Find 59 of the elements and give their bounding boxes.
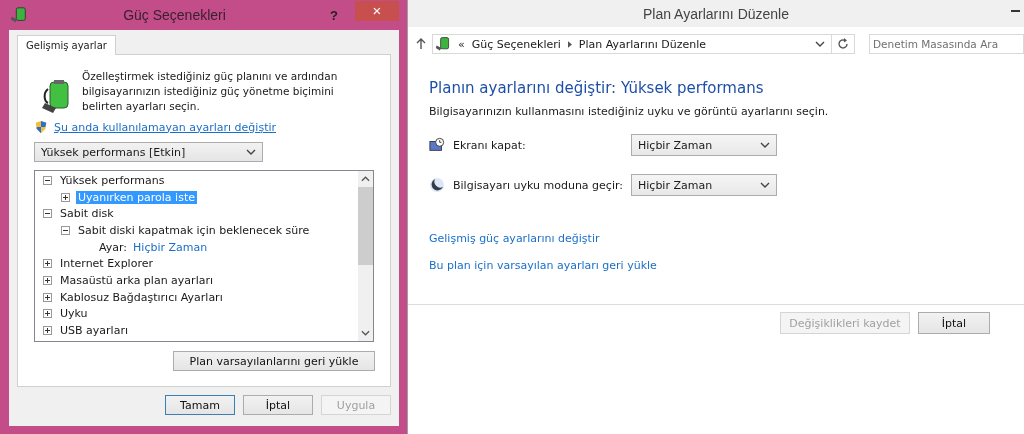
expander-icon[interactable]	[43, 175, 52, 185]
moon-icon	[429, 177, 445, 193]
settings-link[interactable]: Gelişmiş güç ayarlarını değiştir	[429, 232, 600, 245]
expander-icon[interactable]	[61, 225, 70, 235]
tree-item[interactable]: Uyku	[58, 307, 90, 321]
up-arrow-icon[interactable]	[416, 38, 426, 50]
expander-icon[interactable]	[43, 259, 52, 269]
expander-icon[interactable]	[61, 192, 70, 202]
tree-item[interactable]: Sabit diski kapatmak için beklenecek süre	[76, 223, 312, 237]
dialog-button[interactable]: Tamam	[165, 395, 235, 415]
time-dropdown[interactable]: Hiçbir Zaman	[631, 134, 777, 156]
breadcrumb-separator-icon	[567, 40, 572, 48]
refresh-icon	[837, 38, 849, 50]
expander-icon[interactable]	[43, 309, 52, 319]
chevron-down-icon	[760, 182, 770, 188]
search-field[interactable]: Denetim Masasında Ara	[869, 34, 1024, 54]
time-dropdown[interactable]: Hiçbir Zaman	[631, 174, 777, 196]
chevron-down-icon	[760, 142, 770, 148]
change-settings-link[interactable]: Şu anda kullanılamayan ayarları değiştir	[54, 120, 277, 134]
tree-item[interactable]: Sabit disk	[58, 207, 116, 221]
window-title: Plan Ayarlarını Düzenle	[642, 5, 790, 22]
minimize-icon[interactable]	[1011, 9, 1020, 13]
help-button[interactable]: ?	[321, 6, 347, 24]
refresh-button[interactable]	[831, 34, 855, 54]
address-bar[interactable]: « Güç Seçenekleri Plan Ayarlarını Düzenle	[432, 34, 832, 54]
close-button[interactable]: ×	[355, 1, 399, 21]
expander-icon[interactable]	[43, 292, 52, 302]
setting-value-link[interactable]: Hiçbir Zaman	[133, 240, 208, 254]
tree-item[interactable]: Internet Explorer	[58, 257, 155, 271]
plan-dropdown[interactable]: Yüksek performans [Etkin]	[34, 142, 263, 162]
setting-label: Ayar:	[99, 240, 128, 254]
tree-item[interactable]: Yüksek performans	[58, 173, 167, 187]
scroll-up-icon[interactable]	[361, 176, 370, 182]
battery-plug-icon	[435, 36, 451, 52]
expander-icon[interactable]	[43, 275, 52, 285]
monitor-clock-icon	[429, 137, 445, 153]
tab[interactable]: Gelişmiş ayarlar	[17, 35, 116, 55]
tree-item[interactable]: Masaüstü arka plan ayarları	[58, 273, 215, 287]
chevron-down-icon[interactable]	[815, 41, 825, 47]
page-heading: Planın ayarlarını değiştir: Yüksek performans	[429, 79, 765, 97]
battery-plug-icon	[42, 79, 72, 113]
setting-label: Bilgisayarı uyku moduna geçir:	[453, 178, 624, 192]
expander-icon[interactable]	[43, 326, 52, 336]
scrollbar-thumb[interactable]	[358, 187, 373, 265]
editor-button[interactable]: İptal	[918, 312, 990, 334]
tree-item[interactable]: Kablosuz Bağdaştırıcı Ayarları	[58, 290, 225, 304]
setting-label: Ekranı kapat:	[453, 138, 527, 152]
dialog-button[interactable]: İptal	[243, 395, 313, 415]
description-text: Bilgisayarınızın kullanmasını istediğiniz uyku ve görüntü ayarlarını seçin.	[429, 105, 830, 118]
intro-text: Özelleştirmek istediğiniz güç planını ve ardından bilgisayarınızın istediğiniz güç yönetme biçimini belirten ayarları seçin.	[82, 69, 339, 114]
settings-link[interactable]: Bu plan için varsayılan ayarları geri yükle	[429, 259, 657, 272]
shield-icon	[34, 120, 48, 134]
chevron-down-icon	[246, 149, 256, 155]
expander-icon[interactable]	[43, 209, 52, 219]
restore-defaults-button[interactable]: Plan varsayılanlarını geri yükle	[173, 351, 375, 371]
window-title: Güç Seçenekleri	[122, 7, 227, 23]
scroll-down-icon[interactable]	[361, 330, 370, 336]
battery-plug-icon	[10, 6, 28, 24]
tree-item[interactable]: USB ayarları	[58, 324, 130, 338]
